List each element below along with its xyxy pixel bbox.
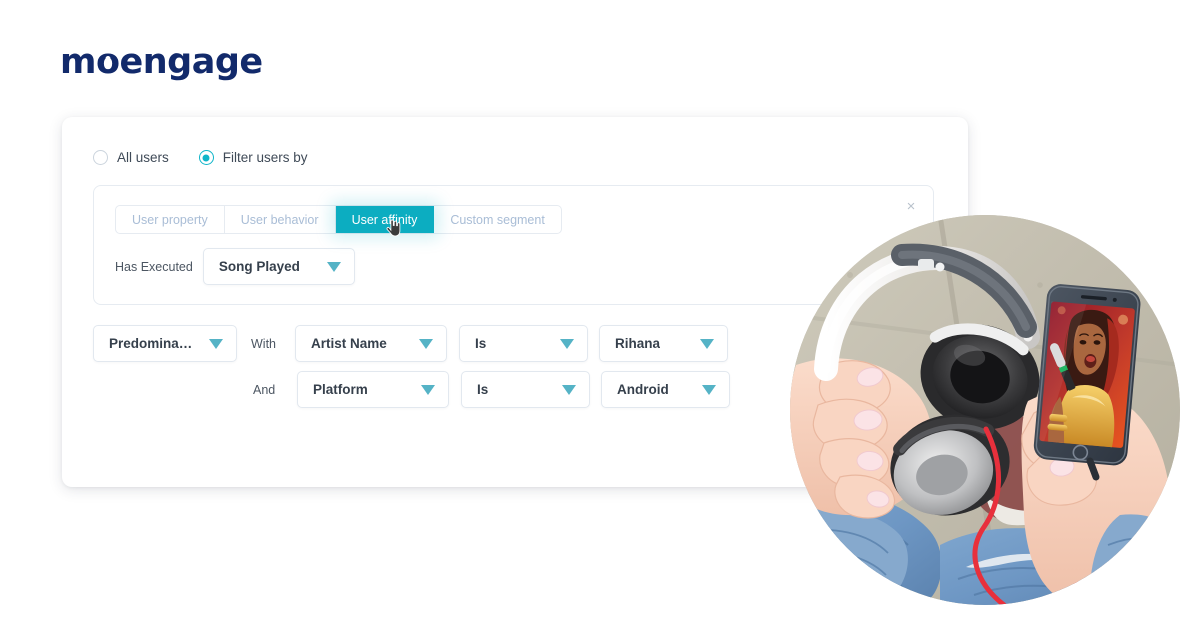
conjunction-with: With	[251, 336, 276, 351]
operator-dropdown-1[interactable]: Is	[459, 325, 588, 362]
event-dropdown-value: Song Played	[218, 259, 300, 274]
chevron-down-icon	[421, 384, 435, 395]
filter-type-tabs: User property User behavior User affinit…	[115, 205, 562, 237]
condition-row: Predominantly With Artist Name Is Rihana	[93, 325, 730, 362]
tab-user-property-label: User property	[132, 212, 208, 227]
close-icon[interactable]: ×	[903, 199, 919, 215]
attribute-dropdown-1[interactable]: Artist Name	[295, 325, 447, 362]
value-dropdown-1-value: Rihana	[615, 336, 661, 351]
condition-row: And Platform Is Android	[93, 371, 730, 408]
lifestyle-photo-illustration	[790, 215, 1180, 605]
chevron-down-icon	[562, 384, 576, 395]
has-executed-label: Has Executed	[115, 259, 193, 274]
event-dropdown[interactable]: Song Played	[202, 248, 355, 285]
chevron-down-icon	[702, 384, 716, 395]
value-dropdown-2[interactable]: Android	[601, 371, 730, 408]
chevron-down-icon	[419, 338, 433, 349]
tab-custom-segment[interactable]: Custom segment	[434, 206, 561, 233]
operator-dropdown-1-value: Is	[475, 336, 487, 351]
tab-user-behavior[interactable]: User behavior	[224, 206, 336, 233]
chevron-down-icon	[700, 338, 714, 349]
operator-dropdown-2-value: Is	[477, 382, 489, 397]
radio-filter-users-by[interactable]: Filter users by	[198, 150, 308, 165]
logo-text-part-1: m	[60, 42, 96, 82]
radio-filter-users-by-label: Filter users by	[222, 150, 308, 165]
filter-panel: × User property User behavior User affin…	[93, 185, 934, 305]
radio-filter-users-by-indicator[interactable]	[198, 150, 214, 165]
affinity-dropdown-value: Predominantly	[109, 336, 195, 351]
affinity-dropdown[interactable]: Predominantly	[93, 325, 237, 362]
radio-all-users-label: All users	[117, 150, 169, 165]
logo-text-part-2: engage	[119, 42, 264, 82]
tab-user-property[interactable]: User property	[116, 206, 225, 233]
radio-all-users-indicator[interactable]	[93, 150, 108, 165]
value-dropdown-2-value: Android	[617, 382, 669, 397]
tab-user-behavior-label: User behavior	[240, 212, 319, 227]
tab-custom-segment-label: Custom segment	[450, 212, 545, 227]
attribute-dropdown-2-value: Platform	[313, 382, 368, 397]
chevron-down-icon	[560, 338, 574, 349]
chevron-down-icon	[326, 261, 341, 272]
audience-radio-group: All users Filter users by	[93, 150, 308, 165]
operator-dropdown-2[interactable]: Is	[461, 371, 590, 408]
value-dropdown-1[interactable]: Rihana	[599, 325, 728, 362]
condition-rows: Predominantly With Artist Name Is Rihana…	[93, 325, 730, 408]
moengage-logo: moengage	[60, 42, 263, 82]
attribute-dropdown-1-value: Artist Name	[311, 336, 387, 351]
tab-user-affinity[interactable]: User affinity	[335, 206, 435, 237]
has-executed-row: Has Executed Song Played	[115, 248, 355, 285]
chevron-down-icon	[209, 338, 223, 349]
tab-user-affinity-label: User affinity	[351, 212, 418, 227]
lifestyle-photo	[790, 215, 1180, 605]
radio-all-users[interactable]: All users	[93, 150, 169, 165]
attribute-dropdown-2[interactable]: Platform	[297, 371, 449, 408]
conjunction-and: And	[253, 382, 276, 397]
logo-o-glyph: o	[95, 42, 120, 82]
